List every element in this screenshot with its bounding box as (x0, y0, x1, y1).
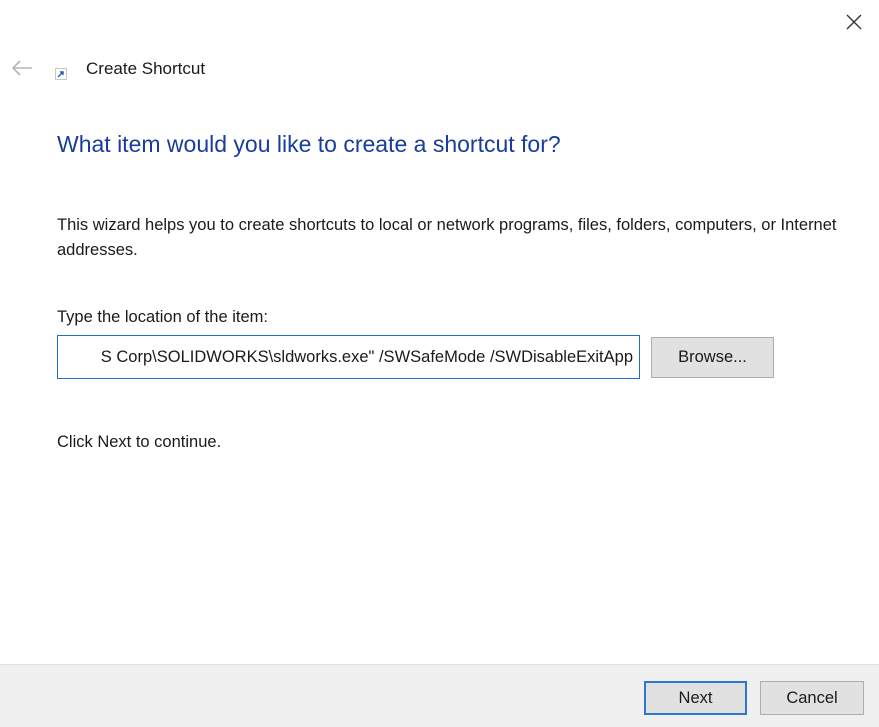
next-button[interactable]: Next (644, 681, 747, 715)
arrow-left-icon (11, 60, 32, 76)
page-heading: What item would you like to create a sho… (57, 131, 561, 157)
wizard-description: This wizard helps you to create shortcut… (57, 216, 837, 259)
close-button[interactable] (838, 6, 870, 38)
back-button[interactable] (8, 56, 36, 80)
close-icon (846, 14, 862, 30)
footer-bar (0, 664, 879, 727)
browse-button[interactable]: Browse... (651, 337, 774, 378)
location-input[interactable]: S Corp\SOLIDWORKS\sldworks.exe" /SWSafeM… (57, 335, 640, 379)
shortcut-icon (55, 67, 67, 80)
location-input-value: S Corp\SOLIDWORKS\sldworks.exe" /SWSafeM… (100, 347, 633, 366)
continue-instruction: Click Next to continue. (57, 433, 222, 451)
window-title: Create Shortcut (86, 59, 206, 78)
location-label: Type the location of the item: (57, 308, 268, 326)
cancel-button[interactable]: Cancel (760, 681, 864, 715)
